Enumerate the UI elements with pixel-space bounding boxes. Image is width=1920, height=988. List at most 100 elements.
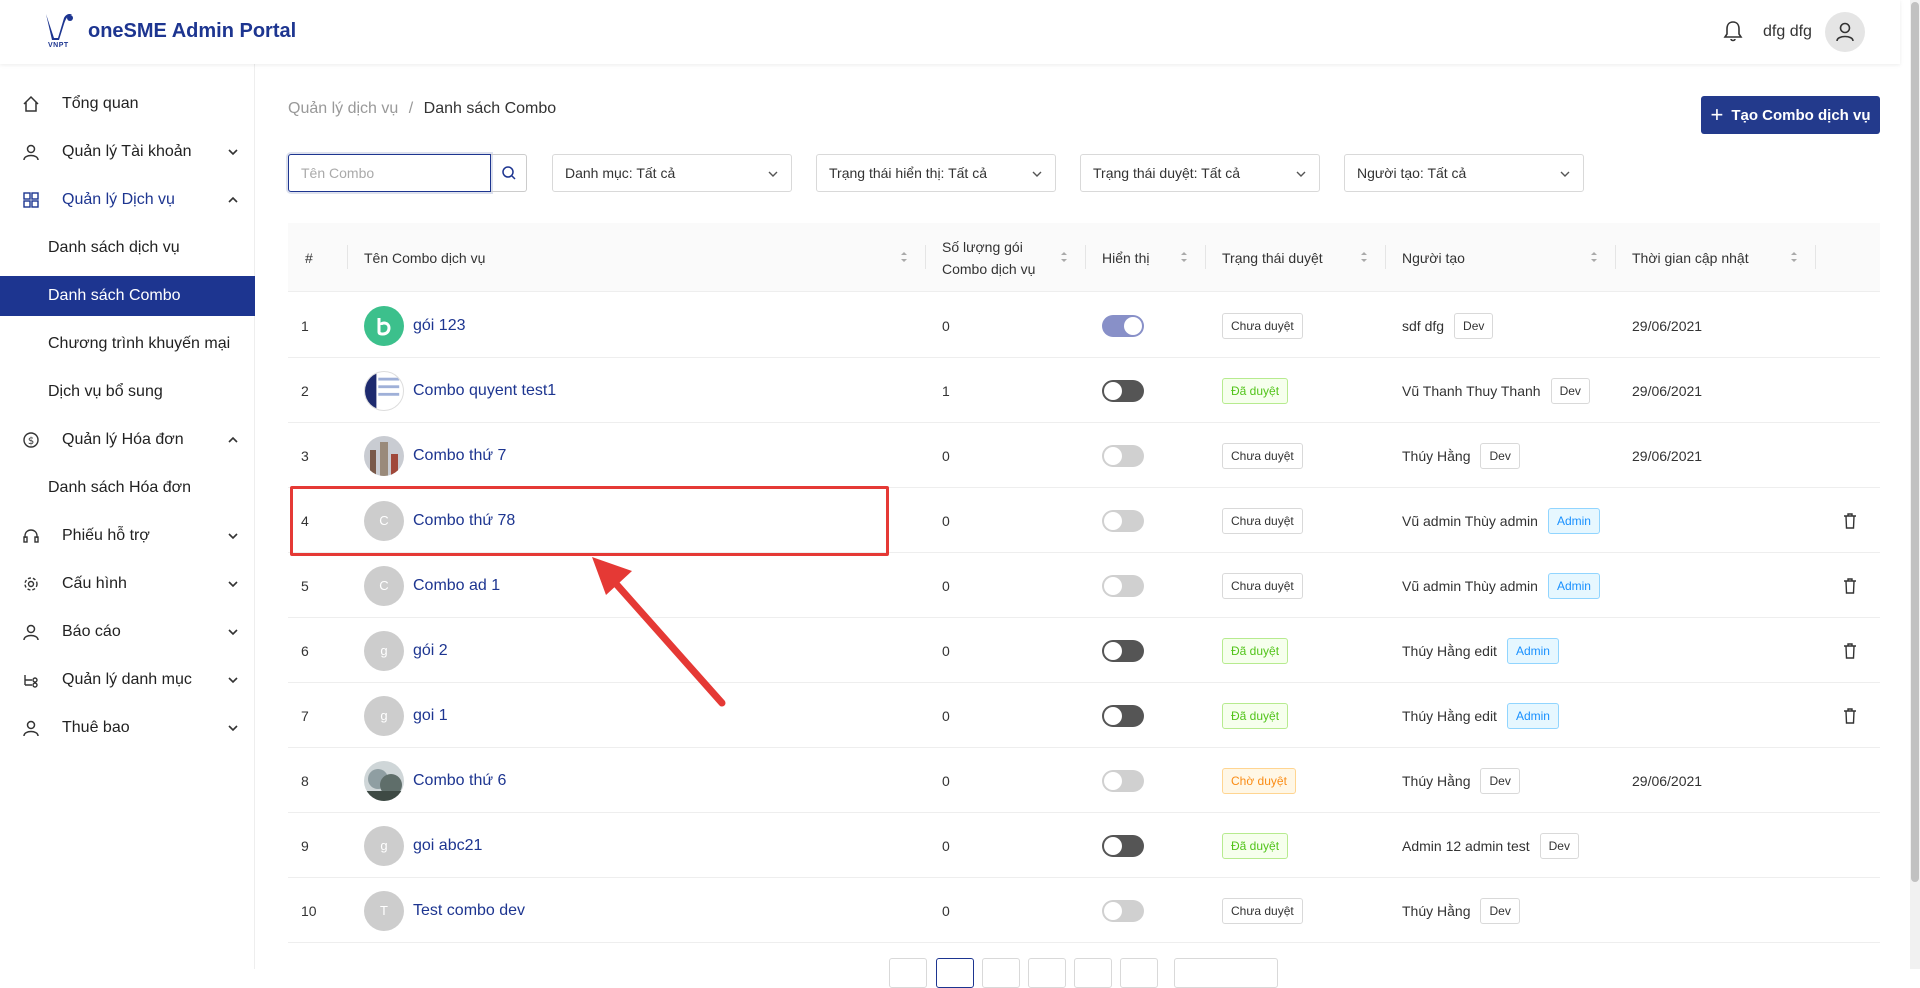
display-toggle[interactable] — [1102, 574, 1144, 597]
table-row[interactable]: 6 g gói 2 0 Đã duyệt Thúy Hằng edit Admin — [288, 618, 1880, 683]
chevron-down-icon — [1560, 171, 1570, 177]
bell-icon[interactable] — [1722, 19, 1744, 43]
display-toggle[interactable] — [1102, 834, 1144, 857]
pagination-page[interactable] — [936, 958, 974, 988]
user-avatar[interactable] — [1825, 12, 1865, 52]
display-status-filter[interactable]: Trạng thái hiển thị: Tất cả — [816, 154, 1056, 192]
creator-info: Thúy Hằng edit Admin — [1402, 702, 1559, 729]
home-icon — [23, 95, 39, 112]
combo-name-link[interactable]: Combo thứ 7 — [413, 447, 506, 465]
breadcrumb-parent[interactable]: Quản lý dịch vụ — [288, 100, 398, 117]
status-badge: Chờ duyệt — [1222, 767, 1296, 794]
combo-name-cell: g goi 1 — [364, 683, 448, 748]
user-name[interactable]: dfg dfg — [1763, 23, 1812, 41]
sort-icon[interactable] — [1790, 250, 1798, 264]
pagination-prev[interactable] — [889, 958, 927, 988]
col-approval[interactable]: Trạng thái duyệt — [1222, 223, 1323, 292]
combo-name-link[interactable]: gói 123 — [413, 317, 466, 335]
delete-button[interactable] — [1843, 488, 1857, 553]
table-row[interactable]: 2 Combo quyent test1 1 Đã duyệt Vũ Thanh Thu… — [288, 358, 1880, 423]
sort-icon[interactable] — [900, 250, 908, 264]
sort-icon[interactable] — [1060, 250, 1068, 264]
sort-icon[interactable] — [1590, 250, 1598, 264]
scrollbar-thumb[interactable] — [1911, 2, 1919, 882]
col-count[interactable]: Số lượng gói Combo dịch vụ — [942, 223, 1035, 292]
approval-status-filter[interactable]: Trạng thái duyệt: Tất cả — [1080, 154, 1320, 192]
pagination-page[interactable] — [1074, 958, 1112, 988]
col-name-label: Tên Combo dịch vụ — [364, 249, 486, 266]
display-toggle[interactable] — [1102, 509, 1144, 532]
pagination-page[interactable] — [1028, 958, 1066, 988]
sidebar-item-config[interactable]: Cấu hình — [0, 564, 255, 604]
page-size-select[interactable] — [1174, 958, 1278, 988]
search-box — [288, 154, 527, 192]
col-updated[interactable]: Thời gian cập nhật — [1632, 223, 1749, 292]
sidebar-item-reports[interactable]: Báo cáo — [0, 612, 255, 652]
col-divider — [1085, 245, 1086, 269]
page-scrollbar[interactable] — [1910, 0, 1920, 969]
display-toggle[interactable] — [1102, 704, 1144, 727]
combo-avatar: g — [364, 695, 404, 736]
display-toggle[interactable] — [1102, 444, 1144, 467]
table-row[interactable]: 7 g goi 1 0 Đã duyệt Thúy Hằng edit Admin — [288, 683, 1880, 748]
sort-icon[interactable] — [1180, 250, 1188, 264]
sidebar-item-addon-services[interactable]: Dịch vụ bổ sung — [0, 372, 255, 412]
col-creator[interactable]: Người tạo — [1402, 223, 1465, 292]
combo-name-link[interactable]: gói 2 — [413, 642, 448, 660]
display-toggle[interactable] — [1102, 639, 1144, 662]
status-badge: Chưa duyệt — [1222, 572, 1303, 599]
display-toggle[interactable] — [1102, 379, 1144, 402]
search-icon — [501, 166, 516, 180]
sidebar-item-combo-list[interactable]: Danh sách Combo — [0, 276, 255, 316]
display-toggle[interactable] — [1102, 314, 1144, 337]
combo-name-link[interactable]: Combo ad 1 — [413, 577, 500, 595]
combo-logo — [364, 305, 404, 346]
table-row[interactable]: 8 Combo thứ 6 0 Chờ duyệt Thúy Hằng Dev 29/06/… — [288, 748, 1880, 813]
vnpt-logo[interactable]: VNPT — [42, 12, 76, 49]
sidebar-item-subscriptions[interactable]: Thuê bao — [0, 708, 255, 748]
role-badge: Admin — [1547, 572, 1600, 599]
table-row[interactable]: 9 g goi abc21 0 Đã duyệt Admin 12 admin test D… — [288, 813, 1880, 878]
sidebar-item-categories[interactable]: Quản lý danh mục — [0, 660, 255, 700]
search-button[interactable] — [491, 154, 527, 192]
sidebar-item-service-list[interactable]: Danh sách dịch vụ — [0, 228, 255, 268]
sidebar-item-accounts[interactable]: Quản lý Tài khoản — [0, 132, 255, 172]
sidebar-item-overview[interactable]: Tổng quan — [0, 84, 255, 124]
sidebar-item-promotions[interactable]: Chương trình khuyến mại — [0, 324, 255, 364]
create-combo-button[interactable]: + Tạo Combo dịch vụ — [1701, 96, 1880, 134]
approval-cell: Đã duyệt — [1222, 683, 1289, 748]
table-row[interactable]: 10 T Test combo dev 0 Chưa duyệt Thúy Hằng Dev — [288, 878, 1880, 943]
delete-button[interactable] — [1843, 618, 1857, 683]
col-divider — [1615, 245, 1616, 269]
sidebar-item-invoices[interactable]: $ Quản lý Hóa đơn — [0, 420, 255, 460]
display-toggle[interactable] — [1102, 899, 1144, 922]
combo-name-link[interactable]: Combo quyent test1 — [413, 382, 556, 400]
table-row[interactable]: 5 C Combo ad 1 0 Chưa duyệt Vũ admin Thùy adm… — [288, 553, 1880, 618]
combo-name-link[interactable]: goi abc21 — [413, 837, 482, 855]
col-name[interactable]: Tên Combo dịch vụ — [364, 223, 485, 292]
sidebar-item-support[interactable]: Phiếu hỗ trợ — [0, 516, 255, 556]
role-badge: Dev — [1480, 442, 1520, 469]
table-row[interactable]: 3 Combo thứ 7 0 Chưa duyệt Thúy Hằng Dev 29/06… — [288, 423, 1880, 488]
pagination-next[interactable] — [1120, 958, 1158, 988]
search-input[interactable] — [288, 154, 491, 192]
delete-button[interactable] — [1843, 553, 1857, 618]
pagination-page[interactable] — [982, 958, 1020, 988]
chevron-down-icon — [228, 533, 238, 540]
combo-name-link[interactable]: goi 1 — [413, 707, 448, 725]
creator-filter[interactable]: Người tạo: Tất cả — [1344, 154, 1584, 192]
sort-icon[interactable] — [1360, 250, 1368, 264]
sidebar-item-invoice-list[interactable]: Danh sách Hóa đơn — [0, 468, 255, 508]
app-title[interactable]: oneSME Admin Portal — [88, 20, 296, 43]
role-badge: Dev — [1480, 897, 1520, 924]
delete-button[interactable] — [1843, 683, 1857, 748]
combo-name-cell: g goi abc21 — [364, 813, 482, 878]
sidebar-item-services[interactable]: Quản lý Dịch vụ — [0, 180, 255, 220]
sidebar-item-label: Cấu hình — [62, 575, 127, 592]
combo-name-link[interactable]: Test combo dev — [413, 902, 525, 920]
combo-name-link[interactable]: Combo thứ 6 — [413, 772, 506, 790]
table-row[interactable]: 1 gói 123 0 Chưa duyệt sdf dfg Dev 29/06/2021 — [288, 293, 1880, 358]
col-display[interactable]: Hiển thị — [1102, 223, 1149, 292]
category-filter[interactable]: Danh mục: Tất cả — [552, 154, 792, 192]
display-toggle[interactable] — [1102, 769, 1144, 792]
